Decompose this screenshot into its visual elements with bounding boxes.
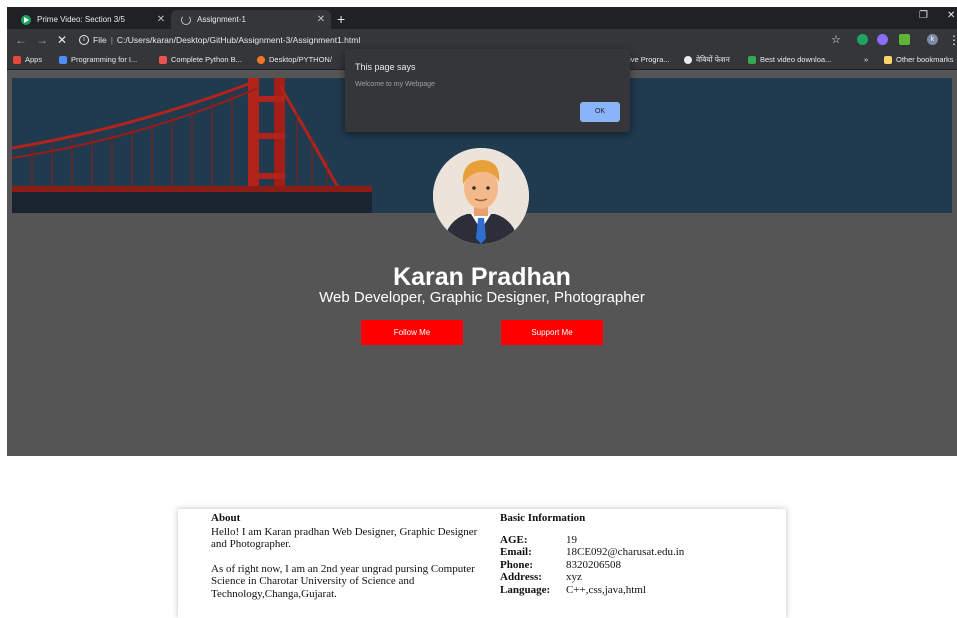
jupyter-icon xyxy=(257,56,265,64)
info-card: About Hello! I am Karan pradhan Web Desi… xyxy=(178,509,786,618)
basic-info-section: Basic Information AGE: 19 Email: 18CE092… xyxy=(500,512,770,596)
close-icon[interactable]: ✕ xyxy=(315,14,327,25)
bookmark-program[interactable]: tive Progra... xyxy=(627,54,670,66)
info-row-language: Language: C++,css,java,html xyxy=(500,584,770,597)
stop-loading-icon[interactable]: ✕ xyxy=(57,32,67,48)
about-section: About Hello! I am Karan pradhan Web Desi… xyxy=(211,512,481,612)
about-paragraph: Hello! I am Karan pradhan Web Designer, … xyxy=(211,525,478,551)
info-value: 8320206508 xyxy=(566,558,621,571)
info-key: Phone: xyxy=(500,558,533,571)
page-viewport: Karan Pradhan Web Developer, Graphic Des… xyxy=(7,70,957,618)
new-tab-button[interactable]: + xyxy=(337,10,345,28)
bookmark-apps[interactable]: Apps xyxy=(13,54,42,66)
info-value: 19 xyxy=(566,533,577,546)
tab-title: Assignment-1 xyxy=(197,15,246,24)
profile-name: Karan Pradhan xyxy=(393,263,571,291)
bookmark-hindi[interactable]: वेबियों फेशन xyxy=(684,54,730,66)
tab-strip: Prime Video: Section 3/5 ✕ Assignment-1 … xyxy=(7,7,957,29)
support-me-button[interactable]: Support Me xyxy=(501,320,603,345)
info-key: Language: xyxy=(500,583,551,596)
bookmarks-overflow[interactable]: » xyxy=(864,54,868,66)
url-text: C:/Users/karan/Desktop/GitHub/Assignment… xyxy=(116,35,361,45)
profile-roles: Web Developer, Graphic Designer, Photogr… xyxy=(319,289,645,306)
bookmark-desktop-python[interactable]: Desktop/PYTHON/ xyxy=(257,54,332,66)
coursera-icon xyxy=(59,56,67,64)
tab-title: Prime Video: Section 3/5 xyxy=(37,15,125,24)
globe-icon xyxy=(684,56,692,64)
tab-assignment[interactable]: Assignment-1 ✕ xyxy=(171,10,331,29)
forward-icon[interactable]: → xyxy=(36,32,48,48)
folder-icon xyxy=(884,56,892,64)
menu-icon[interactable]: ⋮ xyxy=(948,32,957,48)
download-icon xyxy=(748,56,756,64)
dialog-title: This page says xyxy=(355,62,416,72)
close-window-icon[interactable]: ✕ xyxy=(947,10,955,21)
about-paragraph: As of right now, I am an 2nd year ungrad… xyxy=(211,562,475,600)
info-row-email: Email: 18CE092@charusat.edu.in xyxy=(500,546,770,559)
alert-dialog: This page says Welcome to my Webpage OK xyxy=(345,49,630,132)
scheme-label: File xyxy=(93,35,107,45)
info-row-phone: Phone: 8320206508 xyxy=(500,559,770,572)
back-icon[interactable]: ← xyxy=(15,32,27,48)
extension-icon[interactable] xyxy=(899,34,910,45)
address-bar[interactable]: i File | C:/Users/karan/Desktop/GitHub/A… xyxy=(79,32,859,48)
info-key: Address: xyxy=(500,571,542,583)
restore-icon[interactable]: ❐ xyxy=(919,10,928,21)
loading-icon xyxy=(181,14,191,25)
star-icon[interactable]: ☆ xyxy=(831,32,841,48)
info-row-address: Address: xyz xyxy=(500,571,770,584)
info-row-age: AGE: 19 xyxy=(500,534,770,547)
profile-avatar-icon xyxy=(433,148,529,244)
info-value: 18CE092@charusat.edu.in xyxy=(566,546,685,558)
dialog-message: Welcome to my Webpage xyxy=(355,81,435,88)
prime-video-icon xyxy=(21,14,31,25)
follow-me-button[interactable]: Follow Me xyxy=(361,320,463,345)
ok-button[interactable]: OK xyxy=(580,102,620,122)
info-key: Email: xyxy=(500,546,532,558)
info-value: xyz xyxy=(566,571,582,583)
divider: | xyxy=(110,35,113,45)
bookmark-video-downloader[interactable]: Best video downloa... xyxy=(748,54,831,66)
avatar[interactable]: k xyxy=(927,34,938,45)
grammarly-icon[interactable] xyxy=(857,34,868,45)
about-heading: About xyxy=(211,512,241,524)
tab-prime-video[interactable]: Prime Video: Section 3/5 ✕ xyxy=(11,10,171,29)
info-key: AGE: xyxy=(500,533,528,546)
basic-info-heading: Basic Information xyxy=(500,512,586,524)
close-icon[interactable]: ✕ xyxy=(155,14,167,25)
extension-icon[interactable] xyxy=(877,34,888,45)
udemy-icon xyxy=(159,56,167,64)
bookmark-programming[interactable]: Programming for I... xyxy=(59,54,137,66)
bookmark-other[interactable]: Other bookmarks xyxy=(884,54,954,66)
apps-grid-icon xyxy=(13,56,21,64)
bookmark-python[interactable]: Complete Python B... xyxy=(159,54,242,66)
browser-toolbar: ← → ✕ i File | C:/Users/karan/Desktop/Gi… xyxy=(7,29,957,51)
info-icon[interactable]: i xyxy=(79,35,89,45)
avatar xyxy=(433,148,529,244)
info-value: C++,css,java,html xyxy=(566,583,646,596)
